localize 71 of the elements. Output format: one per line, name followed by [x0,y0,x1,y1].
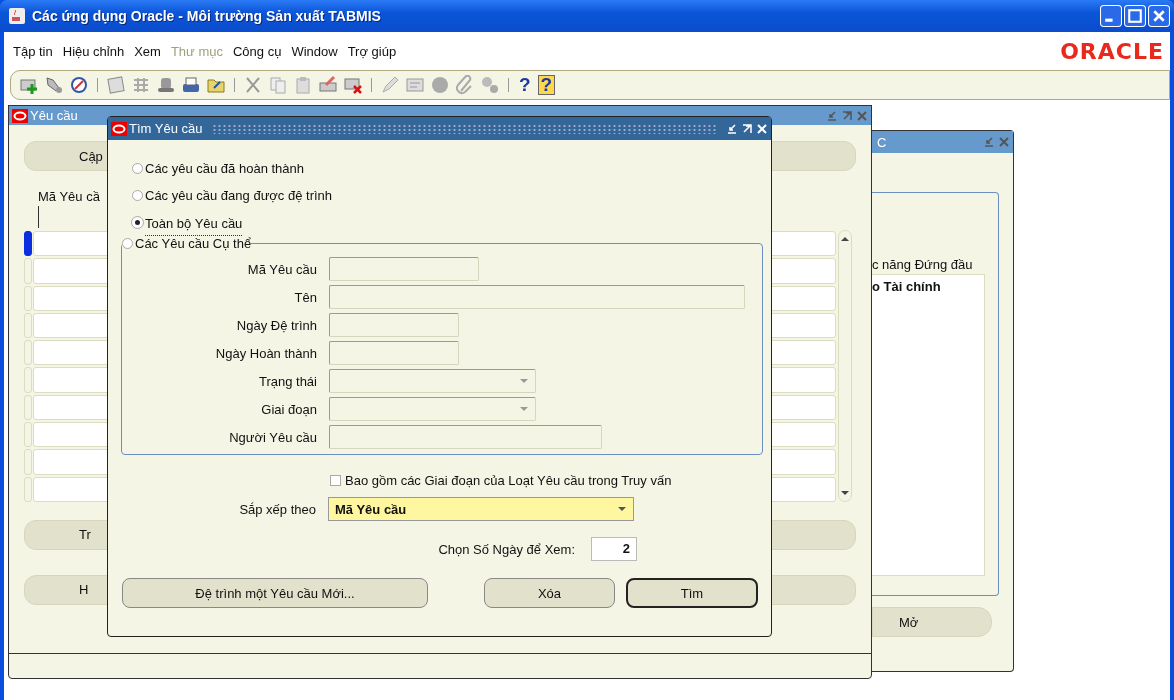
input-field[interactable] [329,313,459,337]
dialog-button[interactable]: Tìm [626,578,758,608]
dropdown-field[interactable] [329,397,536,421]
input-field[interactable] [329,285,745,309]
list-item[interactable]: o Tài chính [872,279,941,294]
field-label: Mã Yêu cầu [246,261,317,277]
input-field[interactable]: 2 [591,537,637,561]
caret-icon [519,406,529,412]
field-label: Sắp xếp theo [238,501,316,517]
row-indicator[interactable] [24,231,32,257]
field-label: Giai đoạn [260,401,317,417]
sort-dropdown[interactable]: Mã Yêu cầu [328,497,634,521]
printer-icon[interactable] [181,75,201,95]
logo: ORACLE [1060,38,1164,64]
menu-item[interactable]: Tập tin [12,41,54,61]
hat-icon[interactable] [156,75,176,95]
radio-label[interactable]: Các yêu cầu đang được đệ trình [145,188,333,203]
close-icon[interactable] [998,136,1010,148]
oval-icon [12,108,28,123]
input-field[interactable] [329,425,602,449]
radio-label[interactable]: Toàn bộ Yêu cầu [145,215,243,236]
card-icon[interactable] [405,75,425,95]
field-label: Trạng thái [257,373,317,389]
help-button[interactable]: ? [517,74,533,96]
menu-item[interactable]: Window [290,41,339,61]
dropdown-field[interactable] [329,369,536,393]
caret-icon [617,506,627,512]
paste-icon[interactable] [293,75,313,95]
flashlight-icon[interactable] [44,75,64,95]
dialog-title: Tìm Yêu cầu [129,121,203,136]
menu-item[interactable]: Hiệu chỉnh [61,41,126,61]
window-title: Yêu cầu [30,108,78,123]
delete-row-icon[interactable] [343,75,363,95]
field-label: Người Yêu cầu [228,429,317,445]
dialog-button[interactable]: Đệ trình một Yêu cầu Mới... [122,578,428,608]
menu-item[interactable]: Xem [133,41,162,61]
column-header: Mã Yêu cầ [38,189,100,204]
field-label: Ngày Đệ trình [235,317,317,333]
list-label: c năng Đứng đầu [872,257,974,272]
input-field[interactable] [329,341,459,365]
radio-label[interactable]: Các Yêu cầu Cụ thể [135,236,252,251]
window-title: Các ứng dụng Oracle - Môi trường Sản xuất TABMIS [32,8,382,24]
field-label: Tên [293,289,317,305]
input-field[interactable] [329,257,479,281]
minimize-icon[interactable] [826,109,838,122]
copy-icon[interactable] [268,75,288,95]
menu-item[interactable]: Trợ giúp [346,41,398,61]
pen-icon[interactable] [380,75,400,95]
radio-button[interactable] [132,190,143,201]
radio-button[interactable] [122,238,133,249]
paperclip-icon[interactable] [455,75,475,95]
checkbox-label[interactable]: Bao gồm các Giai đoạn của Loạt Yêu cầu trong Truy vấn [345,473,672,488]
window-title: C [877,134,887,150]
radio-button[interactable] [132,163,143,174]
field-label: Ngày Hoàn thành [214,345,317,361]
open-button[interactable]: Mở [872,607,992,637]
radio-label[interactable]: Các yêu cầu đã hoàn thành [145,161,304,176]
minimize-icon[interactable] [983,136,995,148]
menu-item[interactable]: Công cụ [231,41,283,61]
close-icon[interactable] [856,109,868,122]
grid-icon[interactable] [131,75,151,95]
scroll-up-icon[interactable] [840,236,850,242]
oval-icon [111,121,127,136]
scroll-down-icon[interactable] [840,490,850,496]
context-help-button[interactable]: ? [537,75,556,95]
dialog-button[interactable]: Xóa [484,578,615,608]
caret-icon [519,378,529,384]
coffee-cup-icon [8,7,26,25]
checkbox[interactable] [330,475,341,486]
field-label: Chọn Số Ngày để Xem: [438,541,575,557]
maximize-icon[interactable] [841,109,853,122]
